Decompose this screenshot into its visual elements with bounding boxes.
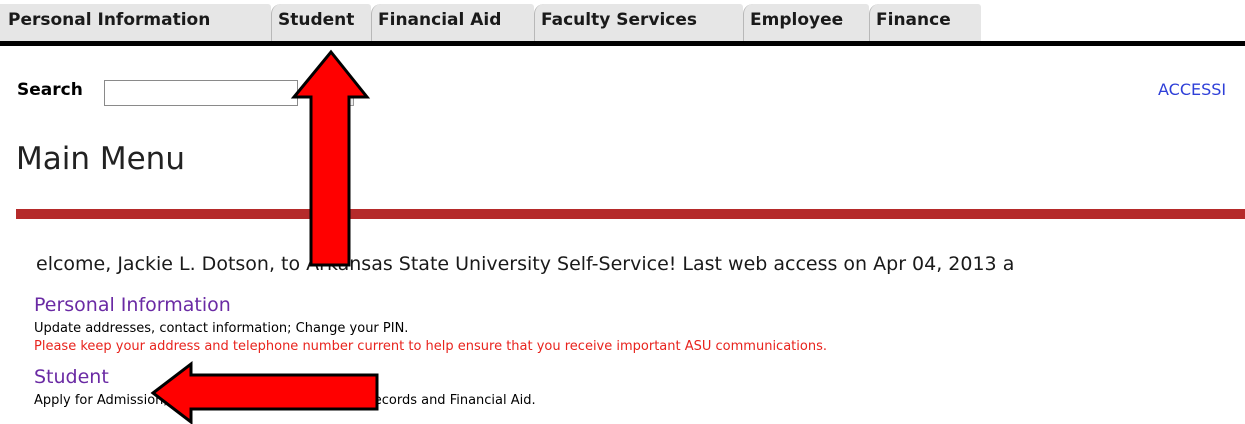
search-label: Search [17,80,83,100]
search-go-button[interactable] [332,80,354,106]
tab-student[interactable]: Student [271,4,371,41]
welcome-message: elcome, Jackie L. Dotson, to Arkansas St… [36,253,1015,275]
menu-desc-student: Apply for Admission, Register, View your… [34,393,536,408]
tab-underline [0,41,1245,46]
tab-personal-information[interactable]: Personal Information [0,4,271,41]
page-title: Main Menu [16,141,185,177]
search-input[interactable] [104,80,298,106]
menu-link-personal-information[interactable]: Personal Information [34,294,231,316]
menu-warning-address: Please keep your address and telephone n… [34,339,827,354]
tab-financial-aid[interactable]: Financial Aid [371,4,534,41]
accessibility-link[interactable]: ACCESSI [1158,80,1226,99]
header-divider [16,209,1245,219]
menu-desc-personal-information: Update addresses, contact information; C… [34,321,409,336]
up-arrow-icon [290,49,371,267]
tab-finance[interactable]: Finance [869,4,981,41]
tab-faculty-services[interactable]: Faculty Services [534,4,743,41]
tab-bar: Personal Information Student Financial A… [0,0,1245,46]
tab-employee[interactable]: Employee [743,4,869,41]
menu-link-student[interactable]: Student [34,366,109,388]
